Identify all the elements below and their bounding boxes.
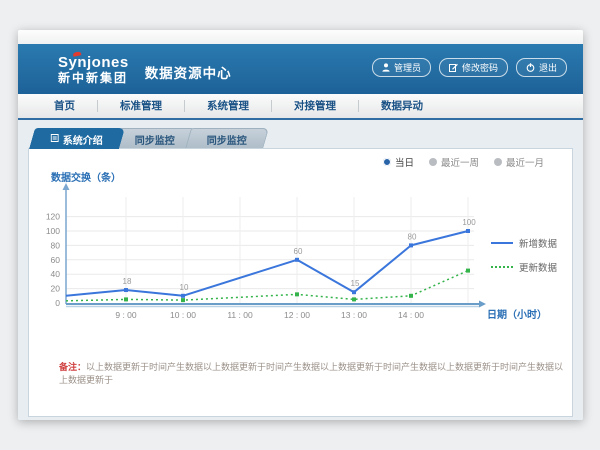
x-axis-title: 日期（小时） [487, 306, 547, 321]
tab-bar: 系统介绍 同步监控 同步监控 [32, 128, 260, 148]
footnote-text: 以上数据更新于时间产生数据以上数据更新于时间产生数据以上数据更新于时间产生数据以… [59, 362, 563, 385]
tab-label: 同步监控 [135, 132, 175, 147]
edit-icon [449, 63, 458, 72]
nav-item-standards[interactable]: 标准管理 [98, 100, 185, 112]
app-window: Synjones 新中新集团 数据资源中心 管理员 修改密码 退出 [18, 30, 583, 420]
footnote: 备注：以上数据更新于时间产生数据以上数据更新于时间产生数据以上数据更新于时间产生… [59, 361, 564, 386]
admin-user-label: 管理员 [394, 61, 421, 74]
svg-text:15: 15 [351, 279, 360, 288]
svg-text:40: 40 [51, 269, 61, 279]
tab-sync-monitor-1[interactable]: 同步监控 [113, 128, 197, 149]
document-icon [51, 134, 59, 145]
logo-chinese: 新中新集团 [58, 72, 129, 84]
brand-logo: Synjones 新中新集团 [58, 55, 129, 84]
nav-item-data-changes[interactable]: 数据异动 [359, 100, 445, 112]
nav-item-system[interactable]: 系统管理 [185, 100, 272, 112]
svg-text:18: 18 [123, 277, 132, 286]
legend-item-update-data[interactable]: 更新数据 [491, 255, 557, 279]
logo-english: Synjones [58, 55, 129, 70]
page-title: 数据资源中心 [145, 62, 232, 82]
svg-text:13 : 00: 13 : 00 [341, 310, 367, 320]
svg-text:120: 120 [46, 212, 60, 222]
logout-button[interactable]: 退出 [516, 58, 567, 77]
user-icon [382, 63, 390, 72]
svg-text:11 : 00: 11 : 00 [227, 310, 253, 320]
nav-item-integration[interactable]: 对接管理 [272, 100, 359, 112]
solid-line-swatch-icon [491, 242, 513, 244]
change-password-label: 修改密码 [462, 61, 498, 74]
window-top-strip [18, 30, 583, 44]
svg-text:100: 100 [46, 226, 60, 236]
legend-label: 更新数据 [519, 260, 557, 274]
admin-user-button[interactable]: 管理员 [372, 58, 431, 77]
dotted-line-swatch-icon [491, 266, 513, 268]
svg-text:80: 80 [51, 240, 61, 250]
series-legend: 新增数据 更新数据 [491, 231, 557, 279]
tab-label: 同步监控 [207, 132, 247, 147]
svg-text:14 : 00: 14 : 00 [398, 310, 424, 320]
svg-text:9 : 00: 9 : 00 [115, 310, 137, 320]
tab-sync-monitor-2[interactable]: 同步监控 [185, 128, 269, 149]
header-actions: 管理员 修改密码 退出 [372, 58, 567, 77]
svg-text:10 : 00: 10 : 00 [170, 310, 196, 320]
main-nav: 首页 标准管理 系统管理 对接管理 数据异动 [18, 94, 583, 120]
svg-text:60: 60 [51, 255, 61, 265]
logout-label: 退出 [539, 61, 557, 74]
svg-text:20: 20 [51, 284, 61, 294]
svg-text:12 : 00: 12 : 00 [284, 310, 310, 320]
svg-text:0: 0 [55, 298, 60, 308]
content-area: 系统介绍 同步监控 同步监控 当日 最近一周 [18, 120, 583, 420]
tab-system-intro[interactable]: 系统介绍 [29, 128, 125, 149]
svg-text:60: 60 [294, 247, 303, 256]
svg-text:10: 10 [180, 283, 189, 292]
change-password-button[interactable]: 修改密码 [439, 58, 508, 77]
svg-text:80: 80 [408, 232, 417, 241]
app-header: Synjones 新中新集团 数据资源中心 管理员 修改密码 退出 [18, 44, 583, 94]
svg-text:100: 100 [462, 218, 476, 227]
chart-panel: 当日 最近一周 最近一月 数据交换（条） 0204060801001209 : … [28, 148, 573, 417]
nav-item-home[interactable]: 首页 [32, 100, 98, 112]
legend-item-new-data[interactable]: 新增数据 [491, 231, 557, 255]
legend-label: 新增数据 [519, 236, 557, 250]
tab-label: 系统介绍 [63, 132, 103, 147]
footnote-label: 备注： [59, 362, 86, 372]
power-icon [526, 63, 535, 72]
